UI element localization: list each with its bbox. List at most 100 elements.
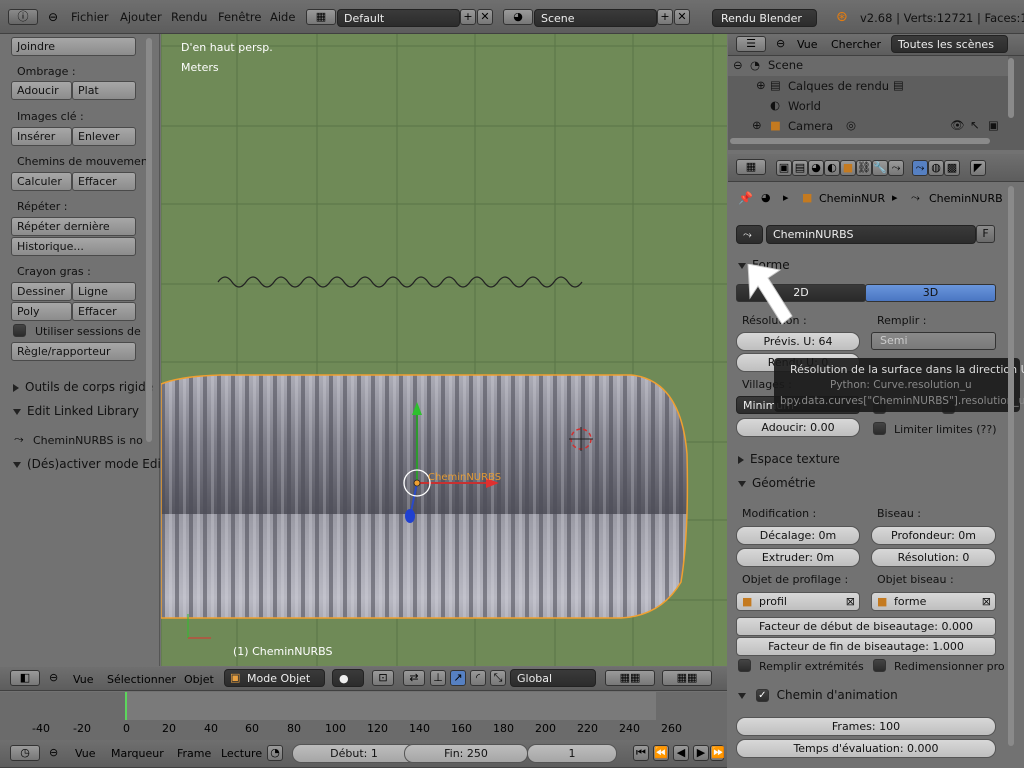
- bevel-resolution-field[interactable]: Résolution: 0: [871, 548, 996, 567]
- menu-lecture[interactable]: Lecture: [221, 747, 262, 760]
- render-camera-icon[interactable]: ▣: [988, 118, 999, 132]
- layers-icon[interactable]: ▦▦: [605, 670, 655, 686]
- layout-icon[interactable]: ▦: [306, 9, 336, 25]
- translate-icon[interactable]: ↗: [450, 670, 466, 686]
- menu-rendu[interactable]: Rendu: [171, 10, 207, 24]
- 3d-viewport[interactable]: D'en haut persp. Meters CheminNURBS (1) …: [161, 34, 727, 666]
- menu-selectionner[interactable]: Sélectionner: [107, 673, 176, 686]
- preview-u-field[interactable]: Prévis. U: 64: [736, 332, 860, 351]
- dessiner-button[interactable]: Dessiner: [11, 282, 72, 301]
- adoucir-field[interactable]: Adoucir: 0.00: [736, 418, 860, 437]
- scene-add-icon[interactable]: +: [657, 9, 673, 25]
- tab-object-icon[interactable]: ■: [840, 160, 856, 176]
- bevel-end-factor-field[interactable]: Facteur de fin de biseautage: 1.000: [736, 637, 996, 656]
- panel-chemin-animation[interactable]: ✓ Chemin d'animation: [738, 688, 898, 702]
- render-engine-select[interactable]: Rendu Blender: [712, 9, 817, 27]
- repeter-derniere-button[interactable]: Répéter dernière: [11, 217, 136, 236]
- datablock-type-icon[interactable]: ⤳: [736, 225, 763, 244]
- properties-scrollbar[interactable]: [1008, 186, 1014, 746]
- redimensionner-checkbox[interactable]: [873, 659, 886, 672]
- fin-field[interactable]: Fin: 250: [404, 744, 528, 763]
- outliner-row-world[interactable]: ◐ World: [728, 96, 1008, 116]
- menu-vue[interactable]: Vue: [797, 38, 818, 51]
- properties-editor-icon[interactable]: ▦: [736, 159, 766, 175]
- tab-world-icon[interactable]: ◐: [824, 160, 840, 176]
- snap-icon[interactable]: ⇄: [403, 670, 425, 686]
- selectable-cursor-icon[interactable]: ↖: [970, 118, 980, 132]
- tab-render-icon[interactable]: ▣: [776, 160, 792, 176]
- layout-field[interactable]: Default: [337, 9, 460, 27]
- play-icon[interactable]: ▶: [693, 745, 709, 761]
- menu-fenetre[interactable]: Fenêtre: [218, 10, 261, 24]
- outliner-scope-select[interactable]: Toutes les scènes: [891, 35, 1008, 53]
- datablock-name-field[interactable]: CheminNURBS: [766, 225, 976, 244]
- prev-key-icon[interactable]: ⏪: [653, 745, 669, 761]
- menu-aide[interactable]: Aide: [270, 10, 295, 24]
- debut-field[interactable]: Début: 1: [292, 744, 416, 763]
- outliner-hscrollbar[interactable]: [730, 138, 990, 144]
- sessions-checkbox[interactable]: [13, 324, 26, 337]
- collapse-icon[interactable]: ⊖: [49, 671, 58, 684]
- joindre-button[interactable]: Joindre: [11, 37, 136, 56]
- eval-time-field[interactable]: Temps d'évaluation: 0.000: [736, 739, 996, 758]
- scene-field[interactable]: Scene: [534, 9, 657, 27]
- panel-edit-linked[interactable]: Edit Linked Library: [13, 404, 139, 418]
- orientation-select[interactable]: Global: [510, 669, 596, 687]
- bevel-start-factor-field[interactable]: Facteur de début de biseautage: 0.000: [736, 617, 996, 636]
- panel-desactiver[interactable]: (Dés)activer mode Edit: [13, 457, 166, 471]
- bevel-object-field[interactable]: ■ forme ⊠: [871, 592, 996, 611]
- tab-curve-active-icon[interactable]: ⤳: [912, 160, 928, 176]
- visibility-eye-icon[interactable]: 👁: [950, 118, 965, 132]
- menu-vue[interactable]: Vue: [75, 747, 96, 760]
- pivot-icon[interactable]: ⊡: [372, 670, 394, 686]
- effacer-path-button[interactable]: Effacer: [72, 172, 136, 191]
- taper-object-field[interactable]: ■ profil ⊠: [736, 592, 860, 611]
- profondeur-field[interactable]: Profondeur: 0m: [871, 526, 996, 545]
- ligne-button[interactable]: Ligne: [72, 282, 136, 301]
- adoucir-button[interactable]: Adoucir: [11, 81, 72, 100]
- editor-type-icon[interactable]: ◧: [10, 670, 40, 686]
- scene-remove-icon[interactable]: ✕: [674, 9, 690, 25]
- outliner-vscrollbar[interactable]: [1008, 58, 1014, 118]
- tab-scene-icon[interactable]: ◕: [808, 160, 824, 176]
- preview-range-icon[interactable]: ◔: [267, 745, 283, 761]
- outliner-editor-icon[interactable]: ☰: [736, 36, 766, 52]
- menu-chercher[interactable]: Chercher: [831, 38, 881, 51]
- tab-3d-button[interactable]: 3D: [865, 284, 996, 302]
- layout-add-icon[interactable]: +: [460, 9, 476, 25]
- timeline-editor-icon[interactable]: ◷: [10, 745, 40, 761]
- scene-icon[interactable]: ◕: [503, 9, 533, 25]
- inserer-button[interactable]: Insérer: [11, 127, 72, 146]
- jump-start-icon[interactable]: ⏮: [633, 745, 649, 761]
- historique-button[interactable]: Historique...: [11, 237, 136, 256]
- menu-vue[interactable]: Vue: [73, 673, 94, 686]
- decalage-field[interactable]: Décalage: 0m: [736, 526, 860, 545]
- outliner-row-camera[interactable]: ⊕ ■ Camera ◎ 👁 ↖ ▣: [728, 116, 1008, 136]
- menu-ajouter[interactable]: Ajouter: [120, 10, 162, 24]
- menu-objet[interactable]: Objet: [184, 673, 214, 686]
- info-editor-icon[interactable]: ⓘ: [8, 9, 38, 25]
- clear-icon[interactable]: ⊠: [982, 593, 991, 610]
- collapse-icon[interactable]: ⊖: [48, 10, 58, 24]
- tab-texture-icon[interactable]: ▩: [944, 160, 960, 176]
- tab-modifiers-icon[interactable]: 🔧: [872, 160, 888, 176]
- panel-outils-corps[interactable]: Outils de corps rigide: [13, 380, 153, 394]
- regle-button[interactable]: Règle/rapporteur: [11, 342, 136, 361]
- expand-icon[interactable]: ⊕: [756, 78, 766, 92]
- path-anim-checkbox[interactable]: ✓: [755, 689, 769, 702]
- current-frame-field[interactable]: 1: [527, 744, 617, 763]
- fill-mode-select[interactable]: Semi: [871, 332, 996, 350]
- outliner-row-scene[interactable]: ⊖ ◔ Scene: [728, 56, 1008, 76]
- tab-material-icon[interactable]: ◍: [928, 160, 944, 176]
- expand-icon[interactable]: ⊕: [752, 118, 762, 132]
- collapse-icon[interactable]: ⊖: [776, 37, 785, 50]
- outliner-row-render-layers[interactable]: ⊕ ▤ Calques de rendu ▤: [728, 76, 1008, 96]
- collapse-icon[interactable]: ⊖: [733, 58, 743, 72]
- tab-layers-icon[interactable]: ▤: [792, 160, 808, 176]
- next-key-icon[interactable]: ⏩: [710, 745, 725, 761]
- layout-remove-icon[interactable]: ✕: [477, 9, 493, 25]
- menu-marqueur[interactable]: Marqueur: [111, 747, 164, 760]
- layers2-icon[interactable]: ▦▦: [662, 670, 712, 686]
- menu-frame[interactable]: Frame: [177, 747, 211, 760]
- pin-icon[interactable]: 📌: [738, 191, 753, 205]
